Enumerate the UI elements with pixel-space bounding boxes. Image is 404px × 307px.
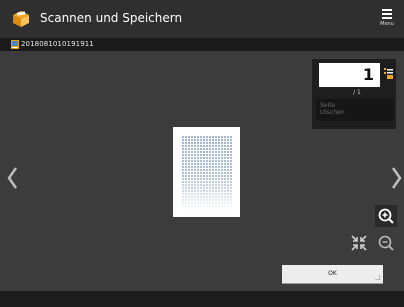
zoom-in-button[interactable] — [375, 205, 397, 227]
previous-page-arrow[interactable] — [4, 163, 22, 193]
page-count: / 1 — [353, 89, 361, 96]
fit-to-screen-button[interactable] — [348, 232, 370, 254]
menu-icon — [382, 9, 392, 19]
next-page-arrow[interactable] — [388, 163, 404, 193]
scan-preview-screen: Scannen und Speichern Menu 2018081010191… — [0, 0, 404, 307]
ok-label: OK — [328, 270, 337, 277]
status-bar — [0, 291, 404, 307]
scan-and-store-icon — [13, 11, 29, 27]
page-number-input[interactable]: 1 — [319, 63, 380, 87]
corner-mark-icon — [375, 275, 380, 280]
menu-button[interactable]: Menu — [374, 6, 400, 34]
zoom-out-icon — [378, 235, 394, 251]
page-jump-icon[interactable] — [383, 67, 395, 81]
document-id: 2018081010191911 — [21, 40, 94, 48]
fit-screen-icon — [351, 235, 367, 251]
ok-button[interactable]: OK — [282, 265, 383, 284]
scanned-image — [181, 135, 232, 209]
zoom-out-button[interactable] — [375, 232, 397, 254]
delete-page-label: Seite Löschen — [320, 102, 345, 116]
page-title: Scannen und Speichern — [40, 11, 183, 25]
document-icon — [11, 40, 19, 49]
page-thumbnail[interactable] — [173, 127, 240, 217]
menu-label: Menu — [380, 21, 394, 27]
zoom-in-icon — [378, 208, 394, 224]
delete-page-button[interactable]: Seite Löschen — [316, 99, 394, 121]
